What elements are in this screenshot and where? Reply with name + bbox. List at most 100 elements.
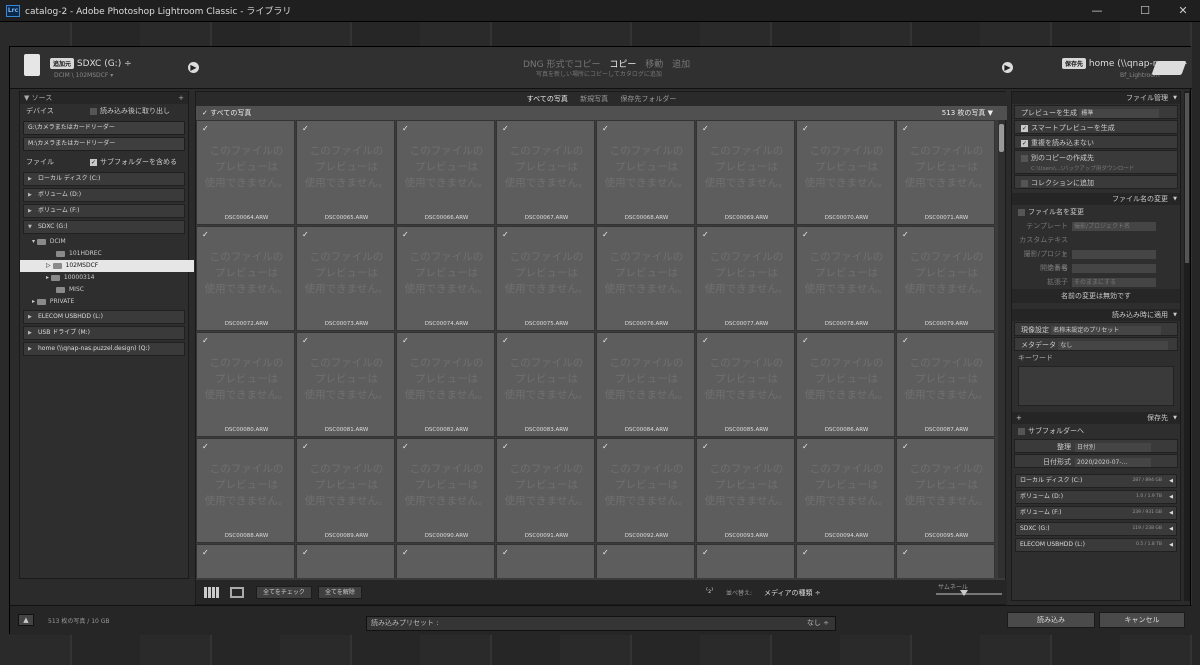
photo-checkbox[interactable]: ✓ bbox=[602, 336, 609, 345]
thumbnail-cell[interactable]: ✓ このファイルの プレビューは 使用できません。 DSC00077.ARW bbox=[696, 226, 795, 331]
photo-checkbox[interactable]: ✓ bbox=[402, 230, 409, 239]
template-select[interactable]: 撮影/プロジェクト名 bbox=[1072, 221, 1156, 231]
dest-volume-c[interactable]: ローカル ディスク (C:) 287 / 894 GB bbox=[1015, 474, 1177, 488]
thumbnail-cell[interactable]: ✓ このファイルの プレビューは 使用できません。 DSC00081.ARW bbox=[296, 332, 395, 437]
photo-checkbox[interactable]: ✓ bbox=[302, 230, 309, 239]
apply-during-import-header[interactable]: 読み込み時に適用 bbox=[1012, 309, 1180, 321]
photo-checkbox[interactable]: ✓ bbox=[902, 124, 909, 133]
photo-checkbox[interactable]: ✓ bbox=[702, 124, 709, 133]
thumbnail-cell[interactable]: ✓ このファイルの プレビューは 使用できません。 DSC00089.ARW bbox=[296, 438, 395, 543]
photo-checkbox[interactable]: ✓ bbox=[202, 548, 209, 557]
photo-checkbox[interactable]: ✓ bbox=[602, 442, 609, 451]
volume-q[interactable]: home (\\qnap-nas.puzzel.design) (Q:) bbox=[23, 342, 185, 356]
file-handling-header[interactable]: ファイル管理 bbox=[1012, 92, 1180, 104]
thumbnail-cell[interactable]: ✓ このファイルの プレビューは 使用できません。 DSC00069.ARW bbox=[696, 120, 795, 225]
thumbnail-cell[interactable]: ✓ bbox=[696, 544, 795, 578]
organize-row[interactable]: 整理 日付別 bbox=[1014, 439, 1178, 453]
volume-f[interactable]: ボリューム (F:) bbox=[23, 204, 185, 218]
photo-checkbox[interactable]: ✓ bbox=[802, 124, 809, 133]
smart-preview-checkbox[interactable]: ✓ スマートプレビューを生成 bbox=[1014, 120, 1178, 134]
folder-private[interactable]: ▸ PRIVATE bbox=[20, 296, 188, 308]
source-path[interactable]: DCIM \ 102MSDCF ▾ bbox=[54, 72, 113, 79]
photo-checkbox[interactable]: ✓ bbox=[802, 548, 809, 557]
photo-checkbox[interactable]: ✓ bbox=[902, 336, 909, 345]
thumbnail-cell[interactable]: ✓ このファイルの プレビューは 使用できません。 DSC00091.ARW bbox=[496, 438, 595, 543]
volume-c[interactable]: ローカル ディスク (C:) bbox=[23, 172, 185, 186]
folder-101hdrec[interactable]: 101HDREC bbox=[20, 248, 188, 260]
date-format-select[interactable]: 2020/2020-07-... bbox=[1075, 457, 1151, 467]
photo-checkbox[interactable]: ✓ bbox=[602, 548, 609, 557]
photo-checkbox[interactable]: ✓ bbox=[302, 548, 309, 557]
into-subfolder-checkbox[interactable]: サブフォルダーへ bbox=[1012, 424, 1180, 438]
thumbnail-cell[interactable]: ✓ このファイルの プレビューは 使用できません。 DSC00090.ARW bbox=[396, 438, 495, 543]
thumbnail-cell[interactable]: ✓ bbox=[296, 544, 395, 578]
maximize-button[interactable]: ☐ bbox=[1130, 0, 1160, 22]
photo-checkbox[interactable]: ✓ bbox=[902, 230, 909, 239]
build-previews-select[interactable]: 標準 bbox=[1079, 108, 1160, 118]
photo-checkbox[interactable]: ✓ bbox=[202, 442, 209, 451]
thumbnail-cell[interactable]: ✓ このファイルの プレビューは 使用できません。 DSC00076.ARW bbox=[596, 226, 695, 331]
thumbnail-cell[interactable]: ✓ このファイルの プレビューは 使用できません。 DSC00065.ARW bbox=[296, 120, 395, 225]
add-icon[interactable]: + bbox=[1016, 412, 1022, 424]
thumbnail-cell[interactable]: ✓ このファイルの プレビューは 使用できません。 DSC00072.ARW bbox=[196, 226, 295, 331]
thumbnail-cell[interactable]: ✓ このファイルの プレビューは 使用できません。 DSC00092.ARW bbox=[596, 438, 695, 543]
photo-checkbox[interactable]: ✓ bbox=[402, 442, 409, 451]
photo-checkbox[interactable]: ✓ bbox=[702, 442, 709, 451]
photo-checkbox[interactable]: ✓ bbox=[502, 336, 509, 345]
panel-scroll-thumb[interactable] bbox=[1185, 93, 1189, 263]
tab-destination-folders[interactable]: 保存先フォルダー bbox=[620, 95, 676, 103]
thumbnail-cell[interactable]: ✓ このファイルの プレビューは 使用できません。 DSC00095.ARW bbox=[896, 438, 995, 543]
thumbnail-cell[interactable]: ✓ このファイルの プレビューは 使用できません。 DSC00080.ARW bbox=[196, 332, 295, 437]
second-copy-checkbox[interactable]: 別のコピーの作成先 C:\Users\...\バックアップ用ダウンロード bbox=[1014, 150, 1178, 174]
thumbnail-cell[interactable]: ✓ このファイルの プレビューは 使用できません。 DSC00073.ARW bbox=[296, 226, 395, 331]
source-selector[interactable]: 追加元 SDXC (G:) ÷ bbox=[50, 58, 132, 69]
volume-l[interactable]: ELECOM USBHDD (L:) bbox=[23, 310, 185, 324]
organize-select[interactable]: 日付別 bbox=[1075, 442, 1151, 452]
thumbnail-cell[interactable]: ✓ bbox=[496, 544, 595, 578]
photo-checkbox[interactable]: ✓ bbox=[402, 124, 409, 133]
card-reader-g[interactable]: G:\カメラまたはカードリーダー bbox=[23, 121, 185, 135]
folder-10000314[interactable]: ▸ 10000314 bbox=[20, 272, 188, 284]
thumbnail-cell[interactable]: ✓ このファイルの プレビューは 使用できません。 DSC00084.ARW bbox=[596, 332, 695, 437]
thumbnail-cell[interactable]: ✓ このファイルの プレビューは 使用できません。 DSC00083.ARW bbox=[496, 332, 595, 437]
grid-view-icon[interactable] bbox=[204, 587, 220, 598]
rename-files-checkbox[interactable]: ファイル名を変更 bbox=[1012, 205, 1180, 219]
thumbnail-cell[interactable]: ✓ このファイルの プレビューは 使用できません。 DSC00075.ARW bbox=[496, 226, 595, 331]
volume-g[interactable]: SDXC (G:) bbox=[23, 220, 185, 234]
no-duplicates-checkbox[interactable]: ✓ 重複を読み込まない bbox=[1014, 135, 1178, 149]
metadata-select[interactable]: なし bbox=[1058, 340, 1169, 350]
photo-checkbox[interactable]: ✓ bbox=[402, 548, 409, 557]
thumbnail-cell[interactable]: ✓ このファイルの プレビューは 使用できません。 DSC00082.ARW bbox=[396, 332, 495, 437]
photo-checkbox[interactable]: ✓ bbox=[502, 124, 509, 133]
photo-checkbox[interactable]: ✓ bbox=[502, 442, 509, 451]
extension-select[interactable]: そのままにする bbox=[1072, 277, 1156, 287]
thumbnail-cell[interactable]: ✓ このファイルの プレビューは 使用できません。 DSC00068.ARW bbox=[596, 120, 695, 225]
thumbnail-cell[interactable]: ✓ このファイルの プレビューは 使用できません。 DSC00093.ARW bbox=[696, 438, 795, 543]
photo-checkbox[interactable]: ✓ bbox=[202, 336, 209, 345]
mode-add[interactable]: 追加 bbox=[672, 60, 690, 70]
thumbnail-cell[interactable]: ✓ bbox=[896, 544, 995, 578]
add-to-collection-checkbox[interactable]: コレクションに追加 bbox=[1014, 175, 1178, 189]
card-reader-m[interactable]: M:\カメラまたはカードリーダー bbox=[23, 137, 185, 151]
source-panel-header[interactable]: ▼ ソース + bbox=[20, 92, 188, 104]
close-button[interactable]: ✕ bbox=[1168, 0, 1198, 22]
photo-checkbox[interactable]: ✓ bbox=[802, 336, 809, 345]
thumbnail-cell[interactable]: ✓ このファイルの プレビューは 使用できません。 DSC00070.ARW bbox=[796, 120, 895, 225]
thumbnail-cell[interactable]: ✓ このファイルの プレビューは 使用できません。 DSC00079.ARW bbox=[896, 226, 995, 331]
sort-select[interactable]: メディアの種類 ÷ bbox=[764, 588, 821, 598]
thumbnail-cell[interactable]: ✓ このファイルの プレビューは 使用できません。 DSC00086.ARW bbox=[796, 332, 895, 437]
dest-volume-l[interactable]: ELECOM USBHDD (L:) 0.5 / 1.8 TB bbox=[1015, 538, 1177, 552]
photo-checkbox[interactable]: ✓ bbox=[202, 124, 209, 133]
photo-checkbox[interactable]: ✓ bbox=[502, 548, 509, 557]
thumbnail-cell[interactable]: ✓ このファイルの プレビューは 使用できません。 DSC00074.ARW bbox=[396, 226, 495, 331]
thumbnail-cell[interactable]: ✓ bbox=[596, 544, 695, 578]
thumbnail-cell[interactable]: ✓ このファイルの プレビューは 使用できません。 DSC00066.ARW bbox=[396, 120, 495, 225]
photo-checkbox[interactable]: ✓ bbox=[602, 124, 609, 133]
add-icon[interactable]: + bbox=[178, 92, 184, 104]
thumbnail-cell[interactable]: ✓ bbox=[396, 544, 495, 578]
volume-d[interactable]: ボリューム (D:) bbox=[23, 188, 185, 202]
photo-checkbox[interactable]: ✓ bbox=[302, 336, 309, 345]
photo-checkbox[interactable]: ✓ bbox=[902, 548, 909, 557]
photo-checkbox[interactable]: ✓ bbox=[502, 230, 509, 239]
import-button[interactable]: 読み込み bbox=[1007, 612, 1095, 628]
